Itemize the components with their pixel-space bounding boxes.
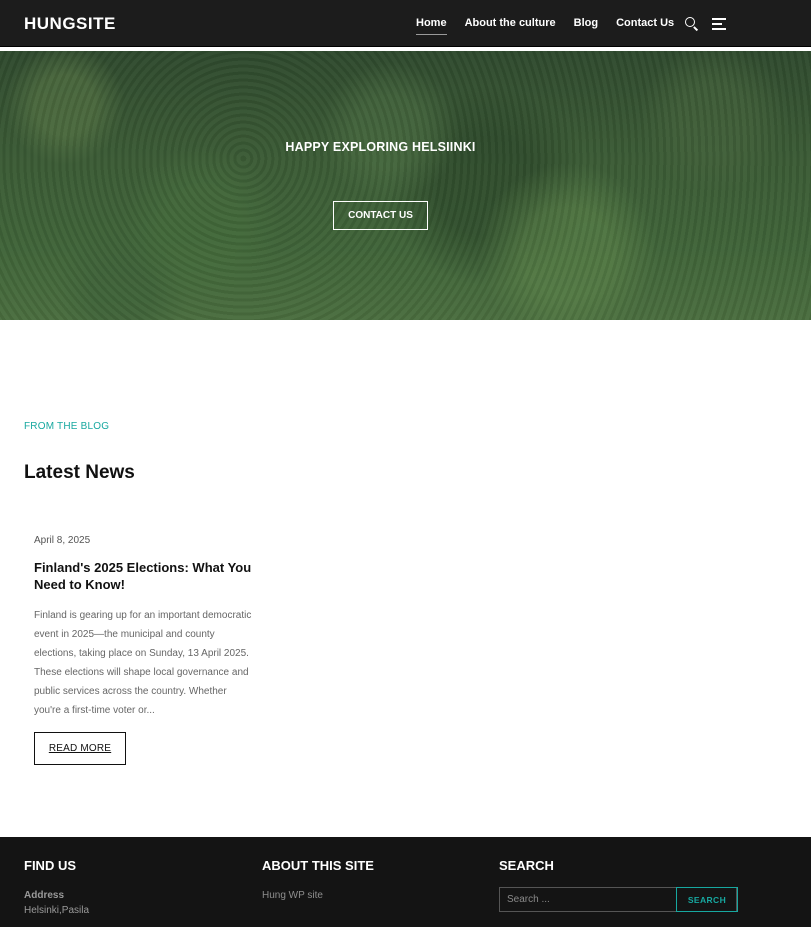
- section-eyebrow: FROM THE BLOG: [24, 421, 110, 432]
- site-logo[interactable]: HUNGSITE: [24, 14, 116, 34]
- site-footer: FIND US Address Helsinki,Pasila ABOUT TH…: [0, 837, 811, 927]
- post-excerpt: Finland is gearing up for an important d…: [34, 610, 252, 716]
- site-header: HUNGSITE Home About the culture Blog Con…: [0, 0, 811, 47]
- footer-heading: ABOUT THIS SITE: [262, 858, 374, 873]
- post-date: April 8, 2025: [34, 535, 91, 546]
- nav-item-about-culture[interactable]: About the culture: [465, 16, 556, 30]
- about-text: Hung WP site: [262, 890, 323, 901]
- post-title[interactable]: Finland's 2025 Elections: What You Need …: [34, 559, 256, 593]
- address-value: Helsinki,Pasila: [24, 905, 90, 916]
- nav-item-contact[interactable]: Contact Us: [616, 16, 674, 30]
- main-nav: Home About the culture Blog Contact Us: [416, 16, 692, 35]
- address-label: Address: [24, 890, 65, 901]
- footer-heading: FIND US: [24, 858, 76, 873]
- footer-about: ABOUT THIS SITE Hung WP site: [262, 858, 374, 901]
- footer-search: SEARCH: [499, 858, 554, 873]
- search-button[interactable]: SEARCH: [676, 887, 738, 912]
- hero-title: HAPPY EXPLORING HELSIINKI: [285, 140, 476, 154]
- footer-find-us: FIND US Address Helsinki,Pasila: [24, 858, 89, 916]
- footer-search-form: SEARCH: [499, 887, 738, 912]
- hero-banner: HAPPY EXPLORING HELSIINKI CONTACT US: [0, 51, 811, 320]
- contact-us-button[interactable]: CONTACT US: [333, 201, 428, 230]
- read-more-button[interactable]: READ MORE: [34, 732, 126, 765]
- search-input[interactable]: [500, 888, 677, 911]
- section-title: Latest News: [24, 462, 135, 483]
- search-icon[interactable]: [683, 15, 699, 31]
- footer-heading: SEARCH: [499, 858, 554, 873]
- nav-item-home[interactable]: Home: [416, 16, 447, 35]
- menu-icon[interactable]: [712, 15, 728, 31]
- blog-post-card: April 8, 2025 Finland's 2025 Elections: …: [34, 535, 256, 720]
- nav-item-blog[interactable]: Blog: [574, 16, 598, 30]
